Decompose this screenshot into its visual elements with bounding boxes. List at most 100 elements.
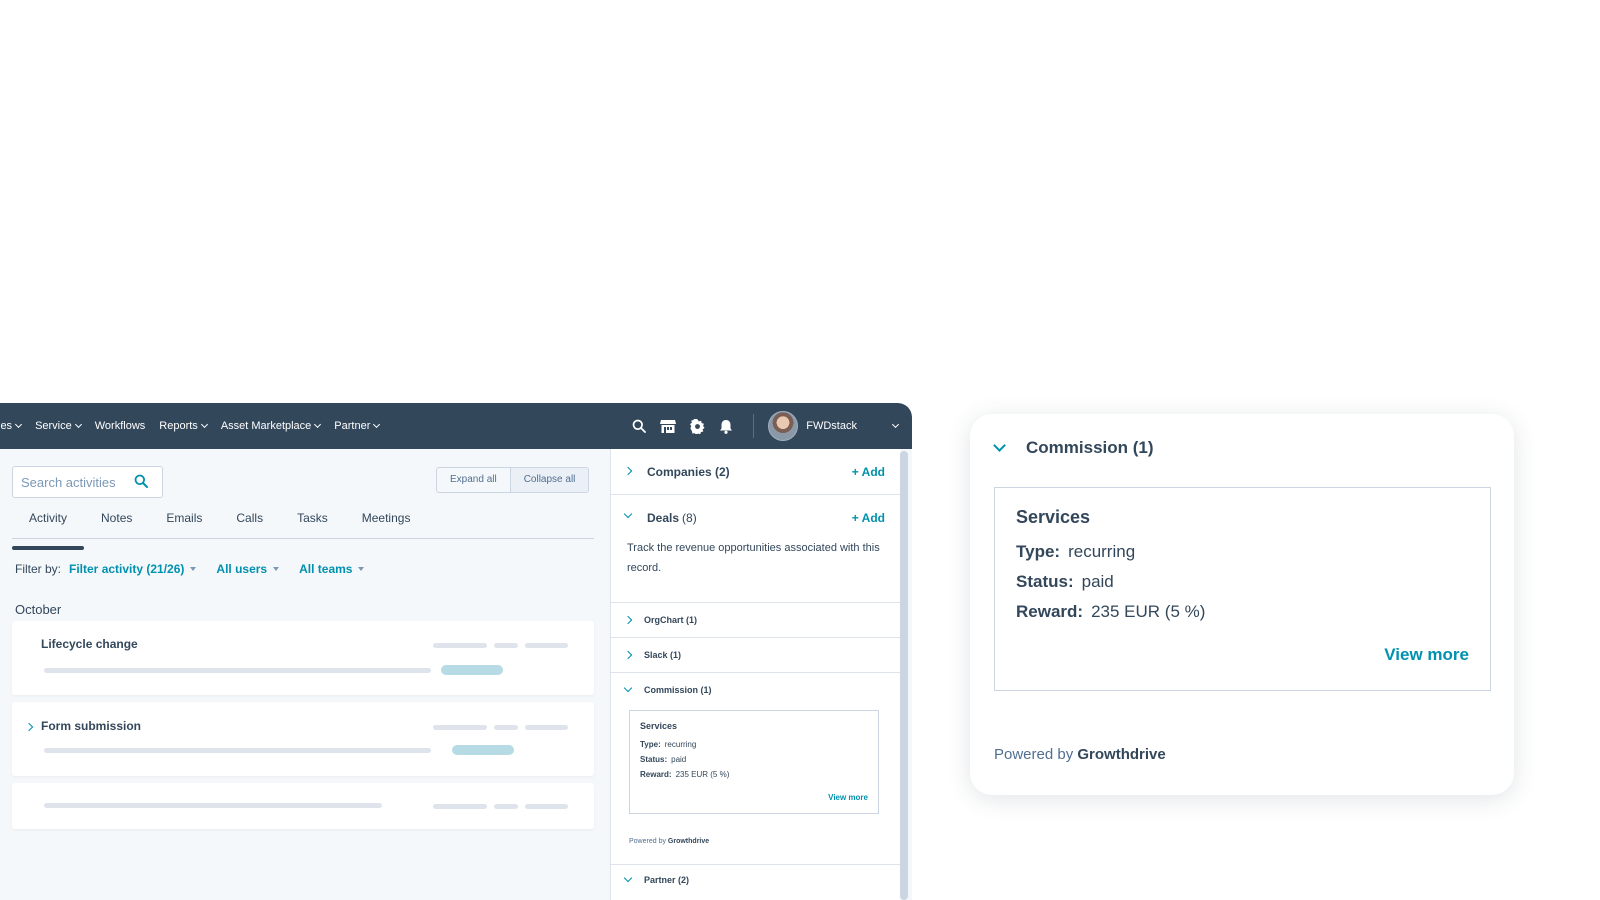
tab-emails[interactable]: Emails <box>149 509 219 538</box>
nav-label: Reports <box>159 420 198 432</box>
chevron-down-icon[interactable] <box>623 873 633 883</box>
reward-label: Reward: <box>1016 602 1084 621</box>
chevron-right-icon[interactable] <box>24 722 34 732</box>
caret-down-icon <box>273 567 280 571</box>
commission-card-title: Services <box>1016 507 1091 527</box>
activity-card-title: Form submission <box>41 719 142 733</box>
nav-item-sales[interactable]: les <box>0 420 23 432</box>
deals-section: Deals (8) + Add Track the revenue opportu… <box>611 495 901 603</box>
nav-label: les <box>0 420 13 432</box>
nav-item-reports[interactable]: Reports <box>159 420 208 432</box>
type-label: Type: <box>640 740 661 749</box>
chevron-down-icon[interactable] <box>623 509 633 519</box>
expand-all-button[interactable]: Expand all <box>437 468 510 492</box>
filter-users-dropdown[interactable]: All users <box>216 562 280 576</box>
powered-prefix: Powered by <box>629 838 666 845</box>
commission-reward: Reward: 235 EUR (5 %) <box>1016 602 1205 622</box>
placeholder-bar <box>44 748 431 753</box>
placeholder-bar <box>44 803 382 808</box>
reward-value: 235 EUR (5 %) <box>1091 602 1206 621</box>
chevron-down-icon <box>15 420 23 429</box>
section-title[interactable]: Deals (8) <box>647 511 697 525</box>
tab-meetings[interactable]: Meetings <box>345 509 428 538</box>
companies-section[interactable]: Companies (2) + Add <box>611 449 901 495</box>
settings-icon[interactable] <box>689 418 705 434</box>
section-title[interactable]: Partner (2) <box>644 875 689 885</box>
caret-down-icon <box>358 567 365 571</box>
slack-section[interactable]: Slack (1) <box>611 638 901 673</box>
sidebar-scrollbar[interactable] <box>900 451 908 900</box>
reward-label: Reward: <box>640 770 672 779</box>
placeholder-badge <box>441 665 503 675</box>
chevron-down-icon[interactable] <box>993 439 1006 452</box>
placeholder-bar <box>494 804 518 809</box>
reward-value: 235 EUR (5 %) <box>675 770 730 779</box>
placeholder-bar <box>494 643 518 648</box>
tab-notes[interactable]: Notes <box>84 509 149 538</box>
crm-window: les Service Workflows Reports Asset Mark… <box>0 403 912 900</box>
chevron-down-icon <box>200 420 208 429</box>
activity-card[interactable]: Form submission <box>12 702 594 776</box>
filter-teams-label: All teams <box>299 562 353 576</box>
status-value: paid <box>671 755 687 764</box>
avatar[interactable] <box>768 411 799 441</box>
notifications-icon[interactable] <box>718 418 734 434</box>
chevron-down-icon[interactable] <box>891 420 900 429</box>
search-input[interactable]: Search activities <box>12 466 163 498</box>
section-title[interactable]: Slack (1) <box>644 650 681 660</box>
filter-label: Filter by: <box>15 562 62 576</box>
main-nav: les Service Workflows Reports Asset Mark… <box>0 403 381 449</box>
chevron-right-icon[interactable] <box>623 650 633 660</box>
commission-status: Status: paid <box>1016 572 1114 592</box>
collapse-all-button[interactable]: Collapse all <box>509 468 589 492</box>
tab-tasks[interactable]: Tasks <box>280 509 345 538</box>
section-title[interactable]: OrgChart (1) <box>644 615 697 625</box>
user-name[interactable]: FWDstack <box>806 420 857 432</box>
view-more-link[interactable]: View more <box>828 793 868 802</box>
nav-label: Asset Marketplace <box>220 420 312 432</box>
activity-card[interactable]: Lifecycle change <box>12 621 594 695</box>
powered-prefix: Powered by <box>994 746 1074 763</box>
add-company-button[interactable]: + Add <box>852 465 885 479</box>
month-heading: October <box>15 602 62 617</box>
nav-label: Partner <box>334 420 371 432</box>
section-title[interactable]: Companies (2) <box>647 465 730 479</box>
deals-description: Track the revenue opportunities associat… <box>627 542 880 574</box>
search-icon[interactable] <box>631 418 647 434</box>
nav-item-workflows[interactable]: Workflows <box>95 420 146 432</box>
partner-section[interactable]: Partner (2) <box>611 865 901 900</box>
orgchart-section[interactable]: OrgChart (1) <box>611 603 901 638</box>
filter-users-label: All users <box>216 562 268 576</box>
status-label: Status: <box>640 755 668 764</box>
add-deal-button[interactable]: + Add <box>852 511 885 525</box>
tab-activity[interactable]: Activity <box>12 509 85 550</box>
commission-title[interactable]: Commission (1) <box>1026 438 1154 458</box>
status-value: paid <box>1081 572 1114 591</box>
search-icon[interactable] <box>134 474 150 490</box>
caret-down-icon <box>190 567 197 571</box>
chevron-down-icon[interactable] <box>623 683 633 693</box>
top-icons: FWDstack <box>631 403 912 449</box>
type-label: Type: <box>1016 542 1061 561</box>
view-more-link[interactable]: View more <box>1384 645 1469 665</box>
placeholder-bar <box>525 804 568 809</box>
marketplace-icon[interactable] <box>660 418 677 434</box>
search-placeholder: Search activities <box>21 474 116 490</box>
tab-calls[interactable]: Calls <box>219 509 280 538</box>
chevron-right-icon[interactable] <box>623 466 633 476</box>
filter-bar: Filter by: Filter activity (21/26) All u… <box>15 562 384 576</box>
section-title[interactable]: Commission (1) <box>644 685 712 695</box>
type-value: recurring <box>664 740 697 749</box>
nav-item-asset-marketplace[interactable]: Asset Marketplace <box>220 420 322 432</box>
placeholder-bar <box>44 668 431 673</box>
chevron-right-icon[interactable] <box>623 615 633 625</box>
activity-card[interactable] <box>12 783 594 829</box>
placeholder-badge <box>452 745 514 755</box>
record-sidebar: Companies (2) + Add Deals (8) + Add Track… <box>610 449 901 900</box>
nav-label: Service <box>35 420 72 432</box>
filter-activity-dropdown[interactable]: Filter activity (21/26) <box>69 562 197 576</box>
filter-teams-dropdown[interactable]: All teams <box>299 562 365 576</box>
nav-item-partner[interactable]: Partner <box>334 420 381 432</box>
filter-activity-label: Filter activity (21/26) <box>69 562 185 576</box>
nav-item-service[interactable]: Service <box>35 420 82 432</box>
